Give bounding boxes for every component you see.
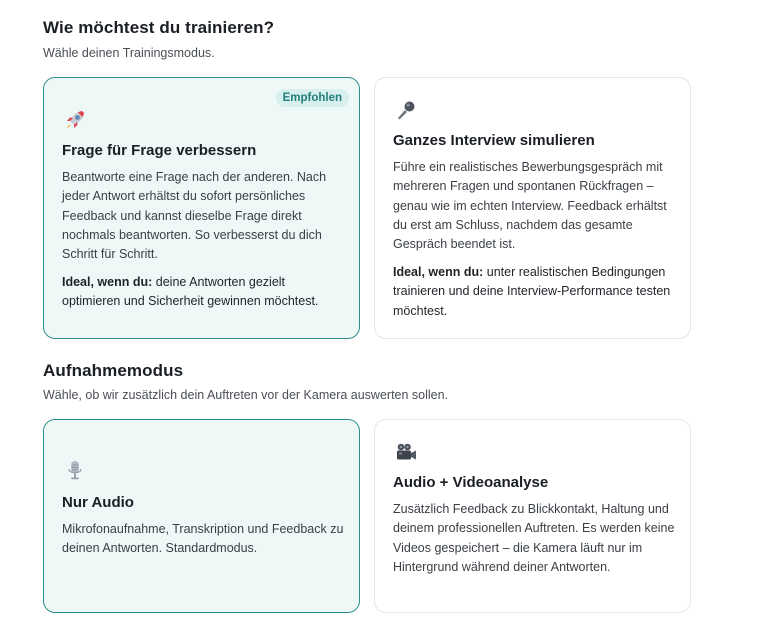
ideal-label: Ideal, wenn du: <box>62 275 153 289</box>
option-title: Nur Audio <box>62 494 134 511</box>
training-option-question-by-question[interactable]: Empfohlen Frage für Frage verbessern Bea… <box>43 77 360 339</box>
page: Wie möchtest du trainieren? Wähle deinen… <box>0 0 758 633</box>
option-title: Ganzes Interview simulieren <box>393 132 595 149</box>
option-description: Führe ein realistisches Bewerbungsgesprä… <box>393 160 667 252</box>
recording-section-subtitle: Wähle, ob wir zusätzlich dein Auftreten … <box>43 388 449 402</box>
option-ideal-for: Ideal, wenn du: deine Antworten gezielt … <box>62 273 345 312</box>
option-description: Mikrofonaufnahme, Transkription und Feed… <box>62 522 344 556</box>
ideal-label: Ideal, wenn du: <box>393 265 484 279</box>
option-title: Audio + Videoanalyse <box>393 474 549 491</box>
studio-microphone-icon <box>63 458 87 482</box>
training-section-subtitle: Wähle deinen Trainingsmodus. <box>43 46 215 60</box>
option-title: Frage für Frage verbessern <box>62 142 257 159</box>
microphone-icon <box>394 98 418 122</box>
option-description: Beantworte eine Frage nach der anderen. … <box>62 170 327 262</box>
recording-option-audio-video[interactable]: Audio + Videoanalyse Zusätzlich Feedback… <box>374 419 691 613</box>
recording-section-title: Aufnahmemodus <box>43 361 184 380</box>
recording-option-audio-only[interactable]: Nur Audio Mikrofonaufnahme, Transkriptio… <box>43 419 360 613</box>
training-option-full-interview[interactable]: Ganzes Interview simulieren Führe ein re… <box>374 77 691 339</box>
recommended-badge: Empfohlen <box>275 89 349 107</box>
option-description: Zusätzlich Feedback zu Blickkontakt, Hal… <box>393 502 675 574</box>
rocket-icon <box>63 108 87 132</box>
option-ideal-for: Ideal, wenn du: unter realistischen Bedi… <box>393 263 676 321</box>
movie-camera-icon <box>394 440 418 464</box>
training-section-title: Wie möchtest du trainieren? <box>43 18 275 37</box>
